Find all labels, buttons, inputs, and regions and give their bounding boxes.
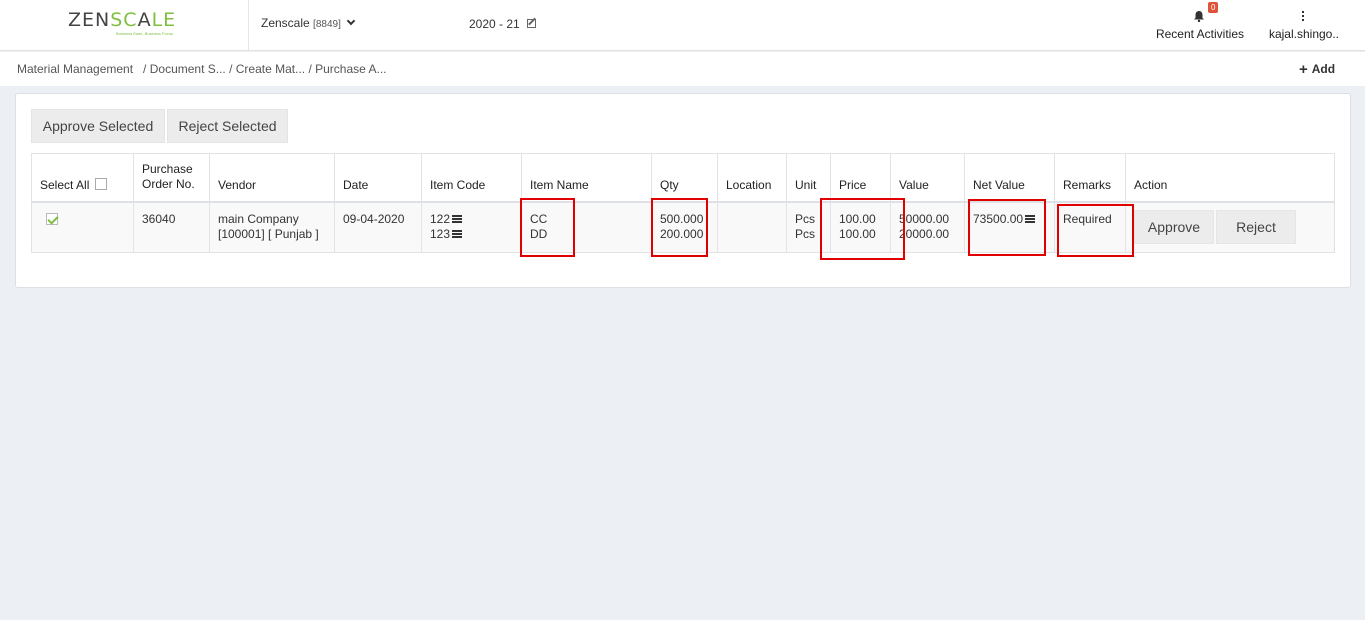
col-price: Price (830, 153, 891, 203)
approve-button[interactable]: Approve (1134, 209, 1214, 244)
col-net-value: Net Value (964, 153, 1055, 203)
vendor-code: [100001] [ Punjab ] (218, 226, 319, 241)
item-code: 122 (430, 211, 451, 226)
line-value: 50000.00 (899, 211, 950, 226)
unit-value: Pcs (795, 226, 816, 241)
financial-year[interactable]: 2020 - 21 (469, 17, 537, 31)
edit-icon[interactable] (527, 19, 537, 28)
col-qty: Qty (651, 153, 718, 203)
highlight-net-value (968, 199, 1046, 256)
bell-icon (1194, 11, 1204, 22)
highlight-qty (651, 198, 708, 257)
row-select-cell (31, 201, 134, 253)
col-remarks: Remarks (1054, 153, 1126, 203)
col-location: Location (717, 153, 787, 203)
header-divider (248, 0, 249, 51)
company-name: Zenscale (261, 16, 310, 30)
logo-tagline: Business Ease, Business Focus (116, 31, 173, 36)
row-checkbox[interactable] (46, 213, 58, 226)
col-action: Action (1125, 153, 1335, 203)
company-selector[interactable]: Zenscale [8849] (261, 16, 356, 30)
item-code: 123 (430, 226, 451, 241)
add-button[interactable]: + Add (1299, 60, 1336, 78)
logo-wordmark: ZENSCALE (68, 9, 177, 31)
list-icon[interactable] (452, 214, 463, 223)
reject-button[interactable]: Reject (1216, 209, 1296, 244)
select-all-checkbox[interactable] (95, 178, 108, 191)
highlight-price (820, 198, 905, 260)
approval-panel: Approve Selected Reject Selected Select … (15, 93, 1351, 288)
add-label: Add (1311, 62, 1336, 76)
breadcrumb-bar: Material Management / Document S... / Cr… (0, 52, 1365, 86)
top-header: ZENSCALE Business Ease, Business Focus Z… (0, 0, 1365, 51)
vendor-name: main Company (218, 211, 299, 226)
chevron-down-icon (346, 16, 356, 26)
approve-selected-button[interactable]: Approve Selected (31, 109, 165, 143)
plus-icon: + (1299, 61, 1308, 78)
reject-selected-button[interactable]: Reject Selected (167, 109, 288, 143)
highlight-item-name (520, 198, 575, 257)
action-cell: Approve Reject (1125, 201, 1335, 253)
user-name: kajal.shingo.. (1268, 27, 1340, 41)
highlight-remarks (1057, 204, 1134, 257)
col-value: Value (890, 153, 965, 203)
col-select-all: Select All (31, 153, 134, 203)
col-item-name: Item Name (521, 153, 652, 203)
vendor-cell: main Company [100001] [ Punjab ] (209, 201, 335, 253)
more-vertical-icon (1302, 11, 1305, 21)
col-item-code: Item Code (421, 153, 522, 203)
po-date: 09-04-2020 (334, 201, 422, 253)
col-po-number: Purchase Order No. (133, 153, 210, 203)
breadcrumb[interactable]: Material Management / Document S... / Cr… (17, 62, 387, 76)
user-menu[interactable]: kajal.shingo.. (1262, 4, 1346, 44)
list-icon[interactable] (452, 229, 463, 238)
col-date: Date (334, 153, 422, 203)
line-value: 20000.00 (899, 226, 950, 241)
col-unit: Unit (786, 153, 831, 203)
company-code: [8849] (313, 19, 341, 30)
col-vendor: Vendor (209, 153, 335, 203)
recent-activities-label: Recent Activities (1155, 27, 1245, 41)
item-code-cell: 122 123 (421, 201, 522, 253)
table-header-row: Select All Purchase Order No. Vendor Date… (31, 153, 1335, 203)
po-number: 36040 (133, 201, 210, 253)
zenscale-logo[interactable]: ZENSCALE Business Ease, Business Focus (68, 10, 180, 38)
notification-badge: 0 (1208, 2, 1219, 13)
financial-year-label: 2020 - 21 (469, 17, 520, 31)
po-header-line2: Order No. (142, 176, 195, 191)
recent-activities[interactable]: 0 Recent Activities (1150, 2, 1250, 44)
po-header-line1: Purchase (142, 161, 193, 176)
location-cell (717, 201, 787, 253)
unit-value: Pcs (795, 211, 816, 226)
select-all-label: Select All (40, 177, 90, 192)
